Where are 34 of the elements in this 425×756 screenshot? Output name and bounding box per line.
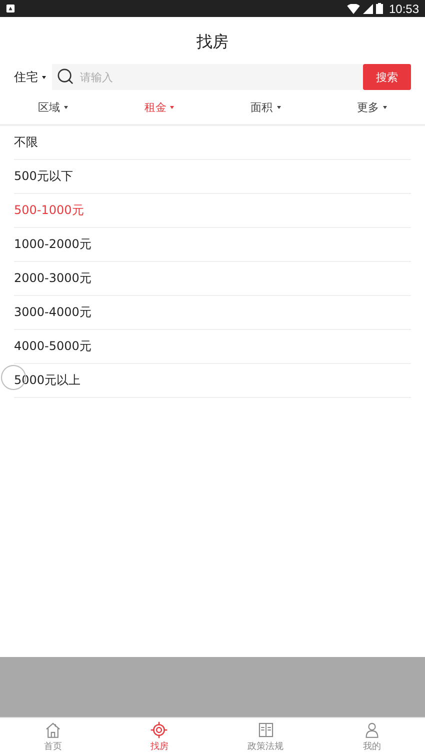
caret-icon (276, 106, 281, 108)
search-button[interactable]: 搜索 (363, 64, 411, 90)
status-time: 10:53 (388, 2, 419, 16)
price-option[interactable]: 500-1000元 (14, 194, 411, 228)
person-icon (362, 721, 381, 739)
page-title: 找房 (196, 31, 230, 53)
price-option[interactable]: 3000-4000元 (14, 296, 411, 330)
wifi-icon (346, 4, 360, 14)
filter-tab[interactable]: 区域 (0, 100, 106, 114)
search-field[interactable]: 请输入 (52, 64, 363, 90)
target-icon (150, 721, 168, 739)
price-option[interactable]: 不限 (14, 126, 411, 160)
filter-tab[interactable]: 面积 (212, 100, 319, 114)
caret-icon (64, 106, 68, 108)
price-option[interactable]: 5000元以上 (14, 364, 411, 398)
caret-icon (170, 106, 174, 108)
house-icon (44, 721, 62, 739)
nav-tab[interactable]: 找房 (106, 718, 212, 756)
book-icon (256, 721, 275, 739)
price-option[interactable]: 500元以下 (14, 160, 411, 194)
price-option[interactable]: 1000-2000元 (14, 228, 411, 262)
nav-tab[interactable]: 我的 (318, 718, 425, 756)
notification-icon (6, 4, 15, 13)
caret-icon (42, 76, 46, 78)
type-dropdown[interactable]: 住宅 (14, 68, 46, 86)
nav-tab[interactable]: 政策法规 (212, 718, 319, 756)
filter-tab[interactable]: 更多 (318, 100, 425, 114)
battery-icon (376, 3, 383, 14)
signal-icon (362, 4, 373, 14)
filter-tab[interactable]: 租金 (106, 100, 212, 114)
price-option[interactable]: 2000-3000元 (14, 262, 411, 296)
nav-tab[interactable]: 首页 (0, 718, 106, 756)
price-option[interactable]: 4000-5000元 (14, 330, 411, 364)
caret-icon (382, 106, 387, 108)
